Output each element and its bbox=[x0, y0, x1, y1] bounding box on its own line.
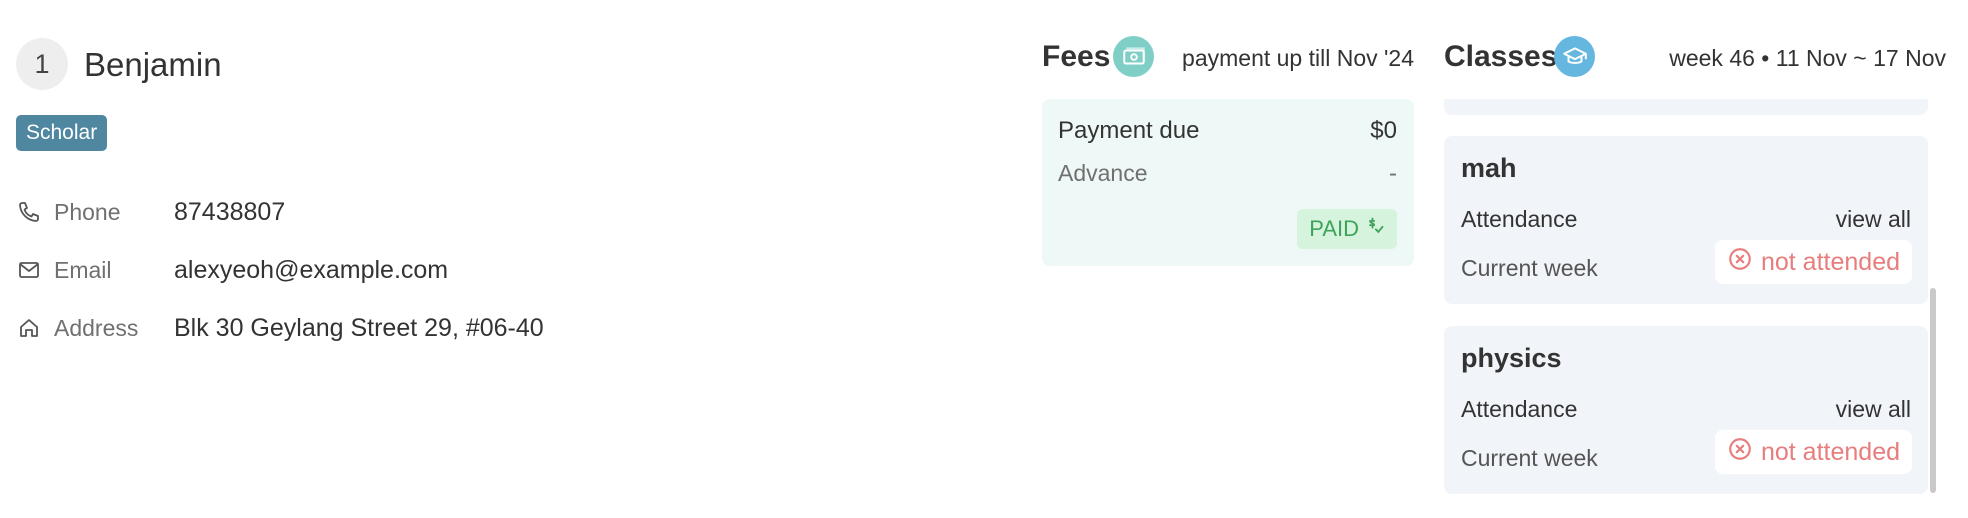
attendance-status-badge: not attended bbox=[1714, 430, 1912, 474]
advance-label: Advance bbox=[1058, 160, 1148, 186]
address-row: Address Blk 30 Geylang Street 29, #06-40 bbox=[16, 312, 544, 344]
money-icon bbox=[1113, 36, 1154, 77]
email-value: alexyeoh@example.com bbox=[174, 255, 449, 284]
attendance-status-badge: not attended bbox=[1714, 240, 1912, 284]
classes-title: Classes bbox=[1444, 40, 1558, 73]
email-label: Email bbox=[54, 256, 112, 283]
paid-status-badge[interactable]: PAID bbox=[1297, 209, 1397, 249]
phone-label: Phone bbox=[54, 198, 121, 225]
class-name: mah bbox=[1461, 153, 1517, 183]
home-icon bbox=[16, 315, 42, 341]
student-tag: Scholar bbox=[16, 115, 108, 151]
x-circle-icon bbox=[1727, 436, 1753, 469]
phone-row: Phone 87438807 bbox=[16, 196, 285, 228]
email-row: Email alexyeoh@example.com bbox=[16, 254, 448, 286]
class-card-previous bbox=[1444, 99, 1928, 115]
address-label: Address bbox=[54, 314, 139, 341]
paid-check-icon bbox=[1365, 216, 1385, 242]
fees-period: payment up till Nov '24 bbox=[1182, 45, 1414, 71]
classes-header: Classes week 46 • 11 Nov ~ 17 Nov bbox=[1444, 36, 1946, 80]
classes-week: week 46 • 11 Nov ~ 17 Nov bbox=[1669, 45, 1946, 71]
fees-title: Fees bbox=[1042, 40, 1111, 73]
current-week-label: Current week bbox=[1461, 445, 1598, 471]
payment-due-value: $0 bbox=[1370, 117, 1397, 144]
fees-card: Payment due $0 Advance - PAID bbox=[1042, 99, 1414, 266]
paid-status-label: PAID bbox=[1309, 216, 1359, 241]
view-all-link[interactable]: view all bbox=[1836, 206, 1911, 233]
attendance-status-text: not attended bbox=[1760, 437, 1900, 466]
student-index-badge: 1 bbox=[16, 38, 68, 90]
class-card: mah Attendance view all Current week not… bbox=[1444, 136, 1928, 304]
x-circle-icon bbox=[1727, 246, 1753, 279]
mail-icon bbox=[16, 257, 42, 283]
fees-header: Fees payment up till Nov '24 bbox=[1042, 36, 1414, 80]
attendance-label: Attendance bbox=[1461, 396, 1578, 422]
classes-list[interactable]: mah Attendance view all Current week not… bbox=[1444, 99, 1946, 518]
phone-icon bbox=[16, 199, 42, 225]
payment-due-label: Payment due bbox=[1058, 117, 1200, 144]
address-value: Blk 30 Geylang Street 29, #06-40 bbox=[174, 313, 544, 342]
student-name: Benjamin bbox=[84, 46, 222, 83]
classes-scrollbar[interactable] bbox=[1930, 288, 1936, 493]
attendance-label: Attendance bbox=[1461, 206, 1578, 232]
advance-value: - bbox=[1389, 160, 1397, 187]
phone-value: 87438807 bbox=[174, 197, 286, 226]
graduation-cap-icon bbox=[1554, 36, 1595, 77]
attendance-status-text: not attended bbox=[1760, 247, 1900, 276]
class-name: physics bbox=[1461, 343, 1562, 373]
class-card: physics Attendance view all Current week… bbox=[1444, 326, 1928, 494]
view-all-link[interactable]: view all bbox=[1836, 396, 1911, 423]
current-week-label: Current week bbox=[1461, 255, 1598, 281]
